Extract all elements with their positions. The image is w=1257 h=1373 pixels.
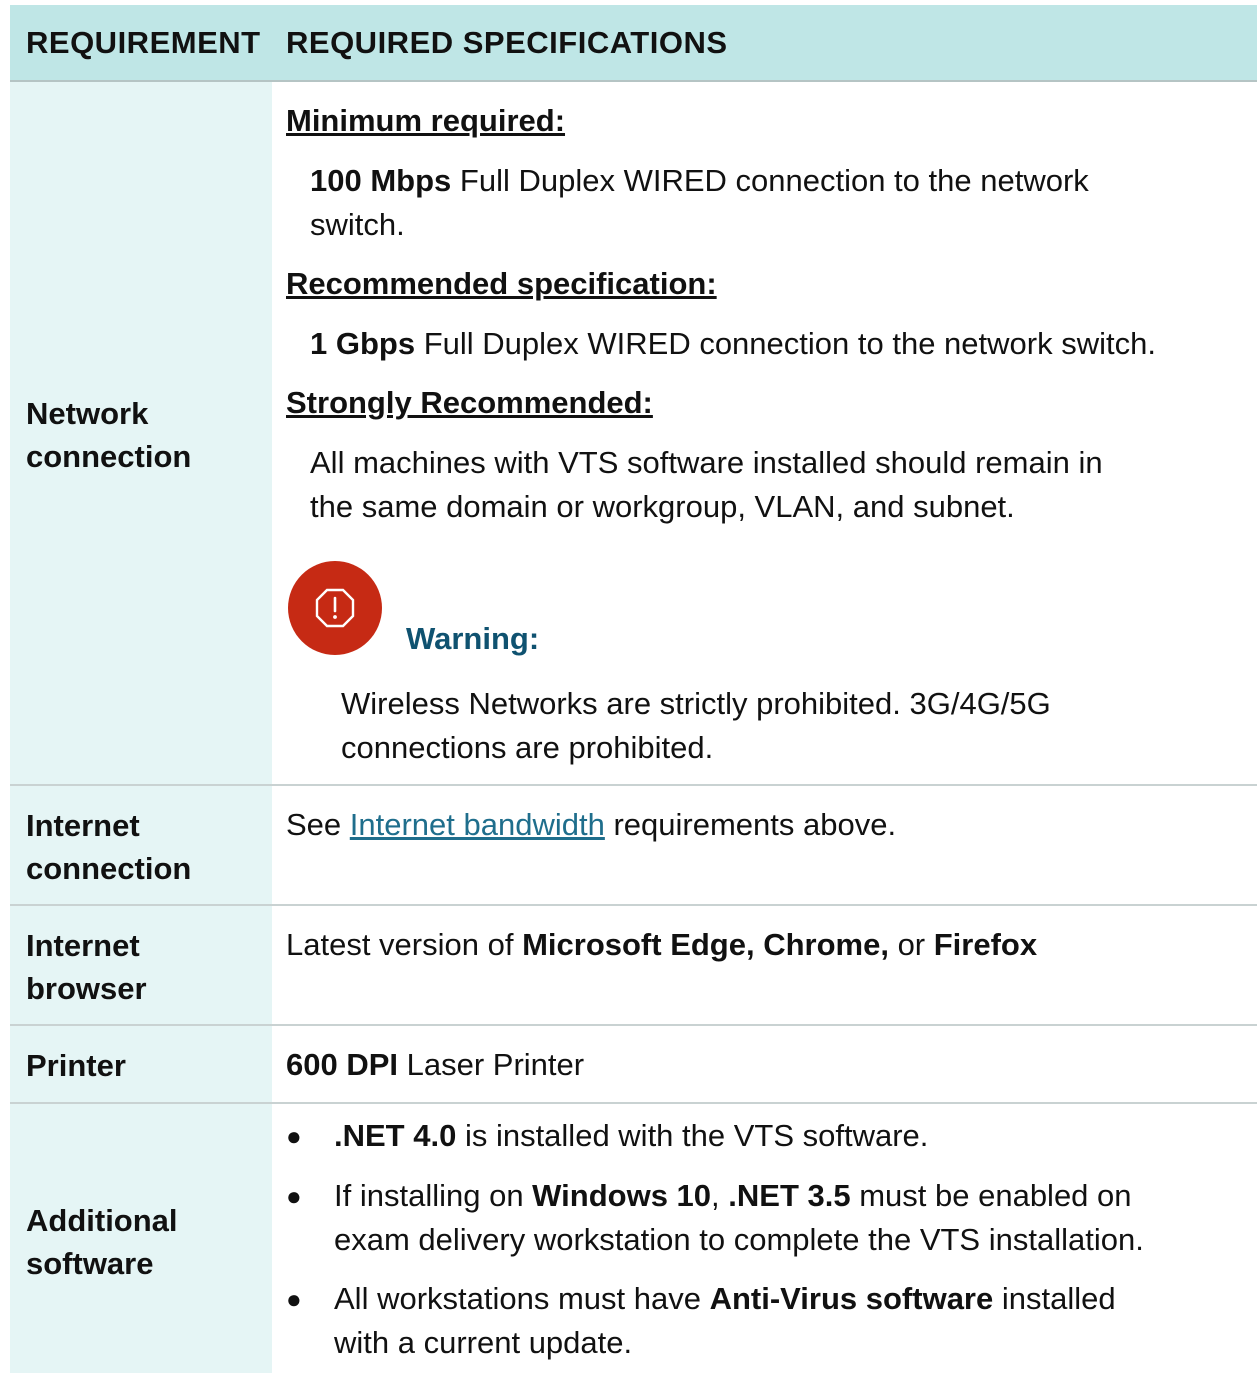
warning-octagon-icon	[288, 561, 382, 655]
net35: .NET 3.5	[728, 1178, 851, 1213]
browser-requirement-text: Latest version of Microsoft Edge, Chrome…	[286, 923, 1037, 967]
rec-text-part: Full Duplex WIRED connection to the netw…	[415, 326, 1156, 361]
warning-title: Warning:	[406, 621, 540, 656]
header-specifications: REQUIRED SPECIFICATIONS	[286, 25, 728, 60]
row-label-line2: software	[26, 1246, 154, 1281]
windows10: Windows 10	[532, 1178, 712, 1213]
printer-type: Laser Printer	[398, 1047, 585, 1082]
printer-dpi: 600 DPI	[286, 1047, 399, 1082]
b2-comma: ,	[711, 1178, 729, 1213]
table-header: REQUIREMENT REQUIRED SPECIFICATIONS	[10, 5, 1257, 82]
row-additional-software: Additional software ● .NET 4.0 is instal…	[10, 1104, 1257, 1373]
row-internet-connection: Internet connection See Internet bandwid…	[10, 786, 1257, 906]
header-requirement: REQUIREMENT	[26, 25, 261, 60]
net40: .NET 4.0	[334, 1118, 457, 1153]
software-bullet-1: .NET 4.0 is installed with the VTS softw…	[334, 1114, 928, 1158]
b3-text: installed	[993, 1281, 1116, 1316]
see-text: See	[286, 807, 350, 842]
row-label-line1: Internet	[26, 928, 140, 963]
rec-speed: 1 Gbps	[310, 326, 416, 361]
b1-text: is installed with the VTS software.	[456, 1118, 929, 1153]
warning-text-line1: Wireless Networks are strictly prohibite…	[341, 686, 1051, 721]
min-required-text: 100 Mbps Full Duplex WIRED connection to…	[310, 159, 1089, 203]
b2-text: must be enabled on	[850, 1178, 1132, 1213]
min-required-title: Minimum required:	[286, 103, 566, 138]
browser-firefox: Firefox	[933, 927, 1038, 962]
strongly-recommended-line2: the same domain or workgroup, VLAN, and …	[310, 489, 1015, 524]
recommended-text: 1 Gbps Full Duplex WIRED connection to t…	[310, 322, 1156, 366]
row-label-line1: Network	[26, 396, 149, 431]
row-label-line1: Internet	[26, 808, 140, 843]
warning-text-line2: connections are prohibited.	[341, 730, 714, 765]
strongly-recommended-title: Strongly Recommended:	[286, 385, 653, 420]
software-bullet-2-line2: exam delivery workstation to complete th…	[334, 1222, 1144, 1257]
bullet-icon: ●	[286, 1181, 302, 1211]
row-label-line2: connection	[26, 439, 192, 474]
software-bullet-3-line2: with a current update.	[334, 1325, 633, 1360]
row-network-connection: Network connection Minimum required: 100…	[10, 82, 1257, 786]
b3-pre: All workstations must have	[334, 1281, 710, 1316]
min-speed: 100 Mbps	[310, 163, 452, 198]
internet-bandwidth-link[interactable]: Internet bandwidth	[350, 807, 605, 842]
b2-pre: If installing on	[334, 1178, 533, 1213]
software-bullet-2: If installing on Windows 10, .NET 3.5 mu…	[334, 1174, 1132, 1218]
bullet-icon: ●	[286, 1284, 302, 1314]
strongly-recommended-line1: All machines with VTS software installed…	[310, 445, 1103, 480]
browser-names: Microsoft Edge, Chrome,	[522, 927, 889, 962]
row-label: Printer	[26, 1048, 126, 1083]
min-text-part: Full Duplex WIRED connection to the netw…	[451, 163, 1089, 198]
row-label-line2: browser	[26, 971, 147, 1006]
row-internet-browser: Internet browser Latest version of Micro…	[10, 906, 1257, 1026]
recommended-title: Recommended specification:	[286, 266, 717, 301]
min-required-text-line2: switch.	[310, 207, 405, 242]
browser-pre: Latest version of	[286, 927, 523, 962]
bullet-icon: ●	[286, 1121, 302, 1151]
antivirus: Anti-Virus software	[709, 1281, 994, 1316]
row-printer: Printer 600 DPI Laser Printer	[10, 1026, 1257, 1104]
printer-requirement-text: 600 DPI Laser Printer	[286, 1043, 584, 1087]
browser-or: or	[888, 927, 934, 962]
rest-text: requirements above.	[604, 807, 897, 842]
row-label-line1: Additional	[26, 1203, 178, 1238]
row-label-line2: connection	[26, 851, 192, 886]
internet-requirement-text: See Internet bandwidth requirements abov…	[286, 803, 896, 847]
software-bullet-3: All workstations must have Anti-Virus so…	[334, 1277, 1116, 1321]
